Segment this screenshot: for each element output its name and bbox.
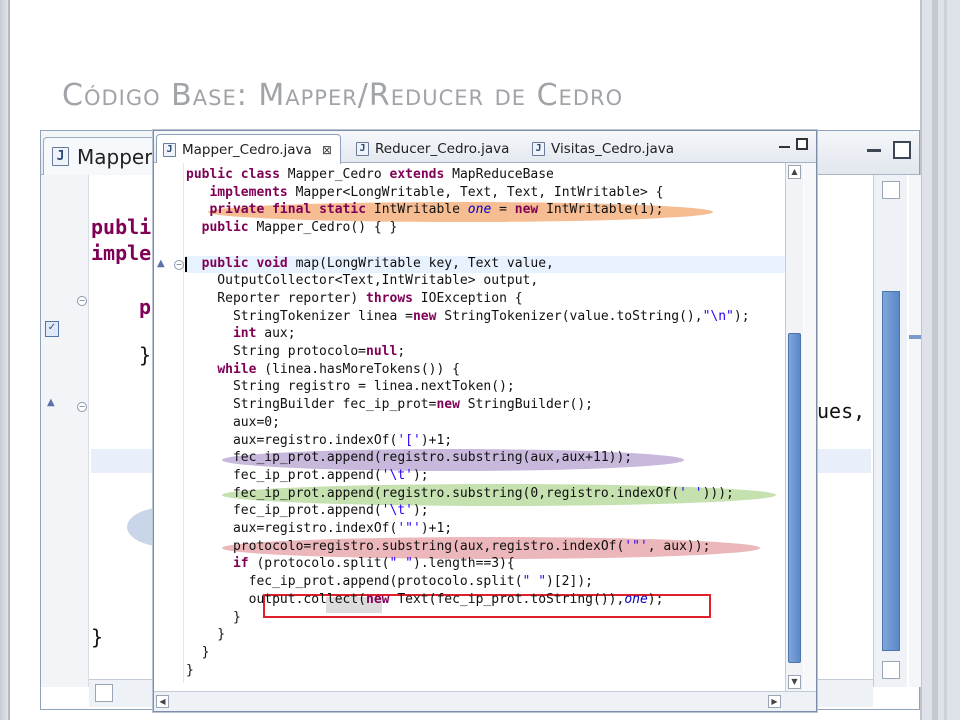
overview-marker[interactable] [909, 335, 921, 339]
code-line: while (linea.hasMoreTokens()) { [217, 361, 460, 377]
code-line: aux=registro.indexOf('"')+1; [186, 521, 453, 536]
code-line: fec_ip_prot.append(registro.substring(au… [186, 450, 633, 466]
window-controls [779, 138, 808, 150]
tab-label: Visitas_Cedro.java [551, 140, 674, 157]
background-code-line: imple [91, 241, 152, 265]
tab-label: Reducer_Cedro.java [375, 140, 510, 157]
code-line: } [186, 627, 226, 643]
editor-gutter [154, 163, 184, 683]
code-editor-window: J Mapper_Cedro.java ⊠ J Reducer_Cedro.ja… [153, 130, 817, 712]
background-code-line: } [91, 625, 104, 649]
code-line: fec_ip_prot.append('\t'); [186, 467, 429, 483]
code-line: implements Mapper<LongWritable, Text, Te… [209, 184, 664, 200]
tab-reducer-cedro[interactable]: J Reducer_Cedro.java [350, 134, 517, 163]
code-line: } [186, 662, 194, 678]
code-line: String registro = linea.nextToken(); [186, 379, 515, 395]
editor-tab-bar: J Mapper_Cedro.java ⊠ J Reducer_Cedro.ja… [154, 131, 816, 164]
background-code-line: ues, [817, 399, 866, 423]
scroll-left-icon[interactable] [95, 684, 113, 702]
fold-toggle-icon[interactable]: − [77, 296, 87, 306]
slide-title: Código Base: Mapper/Reducer de Cedro [62, 78, 624, 113]
java-file-icon: J [532, 141, 545, 156]
minimize-icon[interactable] [779, 146, 790, 148]
tab-mapper-cedro[interactable]: J Mapper_Cedro.java ⊠ [156, 134, 341, 164]
code-line: aux=registro.indexOf('[')+1; [186, 432, 453, 448]
code-line: fec_ip_prot.append('\t'); [186, 503, 429, 519]
code-line: public Mapper_Cedro() { } [201, 220, 398, 236]
code-line: } [186, 609, 241, 625]
java-file-icon: J [52, 147, 69, 166]
close-tab-icon[interactable]: ⊠ [322, 143, 332, 157]
code-line: if (protocolo.split(" ").length==3){ [232, 556, 515, 572]
background-tab-label: Mapper [77, 144, 153, 169]
background-code-line: p [139, 295, 152, 319]
scroll-down-icon[interactable]: ▼ [788, 675, 801, 689]
slide-frame-left [0, 0, 10, 720]
tab-label: Mapper_Cedro.java [182, 141, 312, 158]
code-line: int aux; [232, 326, 296, 342]
maximize-icon[interactable] [796, 138, 808, 150]
code-line: aux=0; [186, 414, 280, 430]
java-file-icon: J [163, 142, 176, 157]
code-line: OutputCollector<Text,IntWritable> output… [186, 273, 539, 289]
scroll-left-icon[interactable]: ◀ [156, 695, 169, 708]
tab-visitas-cedro[interactable]: J Visitas_Cedro.java [526, 134, 682, 163]
background-gutter [41, 175, 89, 687]
code-line: } [186, 644, 210, 660]
java-file-icon: J [356, 141, 369, 156]
override-marker-icon: ▲ [157, 258, 165, 269]
scroll-down-icon[interactable] [882, 661, 900, 679]
slide-frame-right [920, 0, 960, 720]
maximize-icon[interactable] [893, 141, 911, 159]
code-line: private final static IntWritable one = n… [209, 202, 664, 218]
code-line: public void map(LongWritable key, Text v… [201, 255, 554, 271]
code-line: StringTokenizer linea =new StringTokeniz… [186, 308, 750, 324]
override-marker-icon: ▲ [47, 397, 55, 408]
background-tab-mapper[interactable]: J Mapper [43, 137, 164, 175]
vertical-scrollbar[interactable]: ▲ ▼ [785, 163, 803, 691]
background-scroll-thumb[interactable] [882, 291, 900, 651]
horizontal-scrollbar[interactable]: ◀ ▶ [154, 691, 816, 711]
code-line: String protocolo=null; [186, 344, 406, 359]
code-line: Reporter reporter) throws IOException { [186, 290, 523, 306]
background-code-line: } [139, 343, 152, 367]
minimize-icon[interactable] [867, 149, 881, 152]
overview-ruler [804, 163, 816, 691]
scroll-right-icon[interactable]: ▶ [768, 695, 781, 708]
background-overview-ruler [909, 175, 921, 687]
code-line: StringBuilder fec_ip_prot=new StringBuil… [186, 397, 593, 413]
code-line: output.collect(new Text(fec_ip_prot.toSt… [186, 591, 664, 607]
scroll-up-icon[interactable]: ▲ [788, 165, 801, 179]
fold-toggle-icon[interactable]: − [174, 260, 184, 270]
code-line: protocolo=registro.substring(aux,registr… [186, 538, 711, 554]
code-line: fec_ip_prot.append(protocolo.split(" ")[… [186, 574, 593, 590]
code-line: public class Mapper_Cedro extends MapRed… [186, 167, 554, 182]
vertical-scroll-thumb[interactable] [788, 333, 801, 663]
task-checkbox-icon: ✓ [45, 321, 59, 337]
fold-toggle-icon[interactable]: − [77, 402, 87, 412]
background-vertical-scrollbar[interactable] [873, 175, 907, 687]
background-code-line: publi [91, 215, 152, 239]
code-line: fec_ip_prot.append(registro.substring(0,… [186, 485, 734, 501]
scroll-up-icon[interactable] [882, 181, 900, 199]
